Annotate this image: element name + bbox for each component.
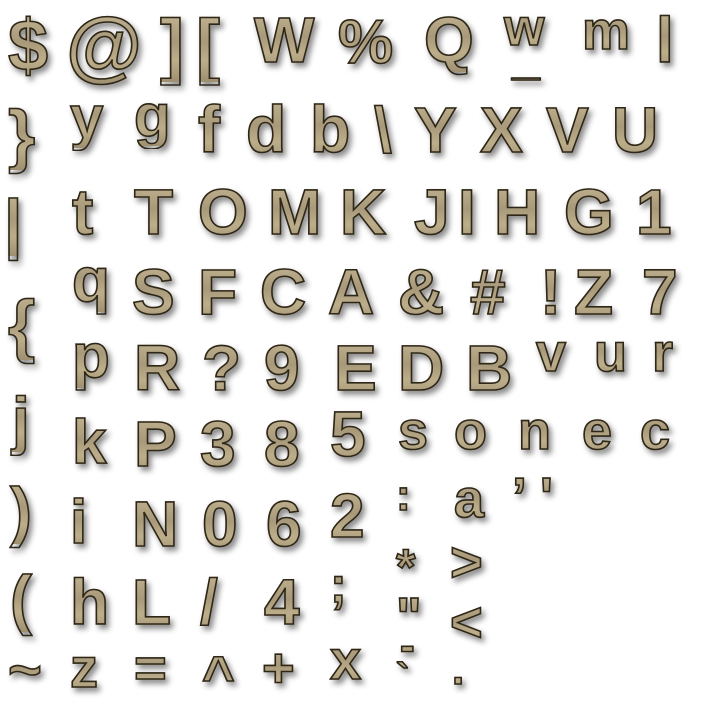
glyph-Y: Y [413,94,457,166]
glyph-ampersand: & [397,256,445,328]
glyph-dollar: $ [7,6,49,86]
glyph-B: B [465,332,513,404]
glyph-a: a [453,469,485,529]
glyph-S: S [131,256,175,328]
glyph-k: k [71,408,107,477]
glyph-asterisk: * [395,539,416,595]
glyph-pipe: | [3,186,23,260]
glyph-H: H [493,176,541,248]
glyph-caret: ^ [201,644,235,707]
glyph-9: 9 [263,332,300,404]
glyph-0: 0 [201,488,238,560]
glyph-right-single-quote: ’ [511,467,528,527]
glyph-g: g [133,82,171,149]
glyph-X: X [479,94,523,166]
glyph-tilde: ~ [7,638,42,703]
glyph-plus: + [261,636,295,699]
glyph-y: y [69,84,104,151]
glyph-N: N [131,488,179,560]
glyph-2: 2 [329,482,365,551]
glyph-exclamation: ! [539,256,562,328]
glyph-R: R [133,332,181,404]
glyph-p: p [71,322,110,391]
glyph-P: P [133,408,177,480]
glyph-f: f [197,92,221,166]
glyph-M: M [267,176,322,248]
glyph-i: i [69,488,88,557]
glyph-8: 8 [263,408,300,480]
glyph-v: v [535,323,567,383]
glyph-paren-left: ( [9,562,33,636]
glyph-question: ? [201,332,242,404]
glyph-q: q [71,246,110,315]
glyph-b: b [309,92,351,166]
glyph-A: A [327,256,375,328]
glyph-semicolon: ; [329,557,347,613]
glyph-L: L [131,566,172,638]
glyph-J: J [413,176,450,248]
glyph-U: U [611,94,659,166]
glyph-T: T [133,176,174,248]
glyph-1: 1 [635,176,672,248]
glyph-r: r [651,323,674,383]
glyph-C: C [259,256,307,328]
glyph-at: @ [65,1,143,89]
glyph-greater-than: > [449,530,483,593]
glyph-u: u [593,323,628,383]
glyph-G: G [563,176,614,248]
glyph-c: c [639,401,671,461]
glyph-F: F [197,256,238,328]
glyph-underscore: _ [511,29,540,85]
glyph-x: x [329,628,362,691]
glyph-4: 4 [263,566,300,638]
glyph-colon: : [395,471,411,520]
glyph-brace-right: } [7,96,36,174]
glyph-period: . [451,645,465,694]
glyph-V: V [545,94,589,166]
glyph-atlas: $ @ ] [ W % Q w m l } y g f d b \ Y X V … [0,0,704,704]
glyph-backslash: \ [373,94,392,166]
glyph-D: D [397,332,445,404]
glyph-Z: Z [573,256,614,328]
glyph-E: E [333,332,377,404]
glyph-paren-right: ) [9,474,33,548]
glyph-hash: # [469,256,506,328]
glyph-l: l [655,4,674,76]
glyph-K: K [339,176,387,248]
glyph-7: 7 [641,256,678,328]
glyph-d: d [245,92,287,166]
glyph-Q: Q [423,4,474,76]
glyph-j: j [11,384,30,456]
glyph-3: 3 [199,408,236,480]
glyph-n: n [517,401,552,461]
glyph-z: z [69,636,99,699]
glyph-apostrophe: ' [539,467,553,527]
glyph-t: t [71,176,94,248]
glyph-bracket-right: ] [159,6,185,86]
glyph-equals: = [133,636,167,699]
glyph-h: h [69,566,110,638]
glyph-bracket-left: [ [195,6,221,86]
glyph-o: o [453,401,488,461]
glyph-percent: % [337,8,394,77]
glyph-brace-left: { [7,286,36,364]
glyph-slash: / [199,566,218,638]
glyph-5: 5 [329,398,366,470]
glyph-e: e [581,401,613,461]
glyph-s: s [397,401,429,461]
glyph-less-than: < [449,590,483,653]
glyph-6: 6 [265,488,302,560]
glyph-backtick: ` [395,656,410,700]
glyph-I: I [457,176,476,248]
glyph-W: W [253,4,315,76]
glyph-O: O [197,176,248,248]
glyph-m: m [581,1,631,61]
